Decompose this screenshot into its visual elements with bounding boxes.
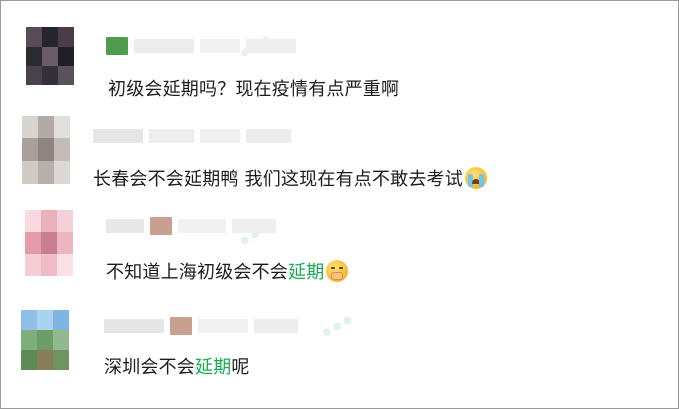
avatar[interactable]: [25, 210, 73, 276]
comment-text: 初级会延期吗？现在疫情有点严重啊: [108, 79, 400, 100]
avatar[interactable]: [22, 116, 70, 184]
comment-text: 深圳会不会延期呢: [104, 357, 250, 378]
crying-face-emoji: [464, 167, 487, 189]
keyword-highlight: 延期: [195, 357, 232, 378]
username-blurred[interactable]: [93, 127, 291, 145]
comment-text: 长春会不会延期鸭 我们这现在有点不敢去考试: [93, 167, 487, 192]
keyword-highlight: 延期: [288, 262, 325, 283]
avatar[interactable]: [21, 310, 69, 370]
username-blurred[interactable]: [106, 217, 276, 235]
comment-screenshot-frame: ● ● ● ● ● ● ● ● ● 初级会延期吗？现在疫情有点严重啊: [0, 0, 679, 409]
shushing-face-emoji: [326, 260, 349, 282]
username-blurred[interactable]: [106, 37, 296, 55]
username-blurred[interactable]: [104, 317, 298, 335]
watermark: ● ● ●: [320, 313, 355, 340]
comment-text: 不知道上海初级会不会延期: [106, 260, 349, 285]
avatar[interactable]: [26, 27, 74, 85]
